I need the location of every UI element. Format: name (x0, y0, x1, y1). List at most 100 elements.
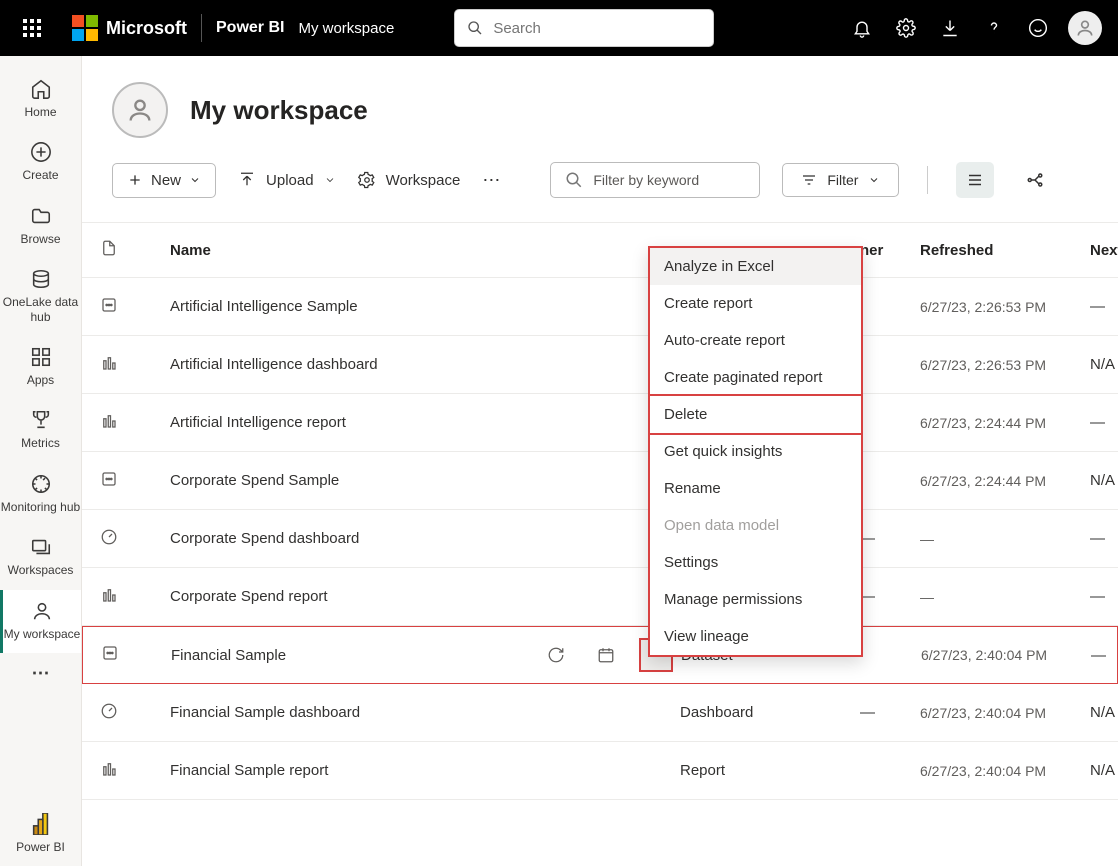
table-row[interactable]: Corporate Spend dashboard — — — (82, 510, 1118, 568)
workspace-settings-button[interactable]: Workspace (358, 171, 461, 189)
item-next-refresh: — (1090, 588, 1118, 605)
sidebar-item-workspaces[interactable]: Workspaces (0, 526, 81, 589)
table-row[interactable]: Artificial Intelligence dashboard 6/27/2… (82, 336, 1118, 394)
plus-icon (127, 172, 143, 188)
list-view-button[interactable] (956, 162, 994, 198)
monitor-icon (30, 473, 52, 495)
help-icon (984, 18, 1004, 38)
sidebar-powerbi-link[interactable]: Power BI (0, 803, 81, 866)
sidebar-item-browse[interactable]: Browse (0, 195, 81, 258)
person-icon (126, 96, 154, 124)
upload-button[interactable]: Upload (238, 171, 336, 189)
menu-item-auto-create-report[interactable]: Auto-create report (650, 322, 861, 359)
table-row[interactable]: Artificial Intelligence report 6/27/23, … (82, 394, 1118, 452)
menu-item-manage-permissions[interactable]: Manage permissions (650, 581, 861, 618)
col-owner[interactable]: ner (860, 242, 920, 259)
col-refreshed[interactable]: Refreshed (920, 242, 1090, 259)
settings-button[interactable] (884, 6, 928, 50)
col-icon[interactable] (100, 239, 170, 261)
sidebar-item-home[interactable]: Home (0, 68, 81, 131)
chevron-down-icon (189, 174, 201, 186)
global-search[interactable] (454, 9, 714, 47)
lineage-view-button[interactable] (1016, 162, 1054, 198)
refresh-now-button[interactable] (531, 646, 581, 664)
app-name[interactable]: Power BI (216, 19, 284, 37)
app-launcher[interactable] (8, 4, 56, 52)
chevron-down-icon (324, 174, 336, 186)
sidebar-item-create[interactable]: Create (0, 131, 81, 194)
notifications-button[interactable] (840, 6, 884, 50)
microsoft-logo[interactable]: Microsoft (72, 15, 187, 41)
search-input[interactable] (493, 20, 701, 37)
item-refreshed: 6/27/23, 2:26:53 PM (920, 299, 1090, 315)
apps-icon (30, 346, 52, 368)
item-name[interactable]: Corporate Spend Sample (170, 472, 530, 489)
col-name[interactable]: Name (170, 242, 530, 259)
table-row[interactable]: Corporate Spend report — — — (82, 568, 1118, 626)
item-name[interactable]: Financial Sample dashboard (170, 704, 530, 721)
menu-item-view-lineage[interactable]: View lineage (650, 618, 861, 655)
plus-circle-icon (30, 141, 52, 163)
item-name[interactable]: Artificial Intelligence dashboard (170, 356, 530, 373)
item-name[interactable]: Corporate Spend dashboard (170, 530, 530, 547)
refresh-icon (547, 646, 565, 664)
item-name[interactable]: Financial Sample report (170, 762, 530, 779)
item-type-icon (100, 586, 170, 608)
sidebar-item-metrics[interactable]: Metrics (0, 399, 81, 462)
item-next-refresh: — (1090, 530, 1118, 547)
item-owner: — (860, 588, 920, 605)
item-next-refresh: N/A (1090, 762, 1118, 779)
nav-sidebar: Home Create Browse OneLake data hub Apps… (0, 56, 82, 866)
menu-item-settings[interactable]: Settings (650, 544, 861, 581)
col-next[interactable]: Next refresh (1090, 242, 1118, 259)
filter-button[interactable]: Filter (782, 163, 899, 197)
sidebar-more[interactable]: ⋯ (0, 653, 81, 697)
page-title: My workspace (190, 95, 368, 126)
menu-item-get-quick-insights[interactable]: Get quick insights (650, 433, 861, 470)
header-page-label: My workspace (298, 20, 394, 37)
person-icon (31, 600, 53, 622)
download-button[interactable] (928, 6, 972, 50)
table-row[interactable]: Corporate Spend Sample 6/27/23, 2:24:44 … (82, 452, 1118, 510)
page-header: My workspace (82, 56, 1118, 148)
toolbar-more[interactable]: ⋯ (482, 170, 500, 191)
menu-item-create-report[interactable]: Create report (650, 285, 861, 322)
workspace-avatar (112, 82, 168, 138)
table-row[interactable]: Financial Sample report Report 6/27/23, … (82, 742, 1118, 800)
sidebar-item-my-workspace[interactable]: My workspace (0, 590, 81, 653)
item-refreshed: 6/27/23, 2:40:04 PM (920, 705, 1090, 721)
menu-item-analyze-in-excel[interactable]: Analyze in Excel (650, 248, 861, 285)
feedback-button[interactable] (1016, 6, 1060, 50)
help-button[interactable] (972, 6, 1016, 50)
filter-keyword-input[interactable]: Filter by keyword (550, 162, 760, 198)
app-header: Microsoft Power BI My workspace (0, 0, 1118, 56)
bell-icon (852, 18, 872, 38)
menu-item-rename[interactable]: Rename (650, 470, 861, 507)
sidebar-item-monitoring[interactable]: Monitoring hub (0, 463, 81, 526)
sidebar-item-onelake[interactable]: OneLake data hub (0, 258, 81, 336)
item-next-refresh: N/A (1090, 704, 1118, 721)
item-type-icon (101, 644, 171, 666)
item-next-refresh: — (1090, 298, 1118, 315)
table-header: Name ner Refreshed Next refresh (82, 222, 1118, 278)
item-name[interactable]: Artificial Intelligence Sample (170, 298, 530, 315)
item-type-icon (100, 470, 170, 492)
menu-item-create-paginated-report[interactable]: Create paginated report (650, 359, 861, 396)
item-type: Dashboard (680, 704, 860, 721)
item-refreshed: 6/27/23, 2:40:04 PM (921, 647, 1091, 663)
table-row[interactable]: Financial Sample dashboard Dashboard — 6… (82, 684, 1118, 742)
menu-item-delete[interactable]: Delete (648, 394, 863, 435)
microsoft-label: Microsoft (106, 18, 187, 39)
home-icon (30, 78, 52, 100)
new-button[interactable]: New (112, 163, 216, 198)
waffle-icon (23, 19, 41, 37)
item-name[interactable]: Corporate Spend report (170, 588, 530, 605)
sidebar-item-apps[interactable]: Apps (0, 336, 81, 399)
item-name[interactable]: Artificial Intelligence report (170, 414, 530, 431)
item-name[interactable]: Financial Sample (171, 647, 531, 664)
schedule-refresh-button[interactable] (581, 646, 631, 664)
account-button[interactable] (1068, 11, 1102, 45)
table-row[interactable]: Financial Sample ⋯ Dataset 6/27/23, 2:40… (82, 626, 1118, 684)
table-row[interactable]: Artificial Intelligence Sample 6/27/23, … (82, 278, 1118, 336)
item-owner: — (860, 530, 920, 547)
